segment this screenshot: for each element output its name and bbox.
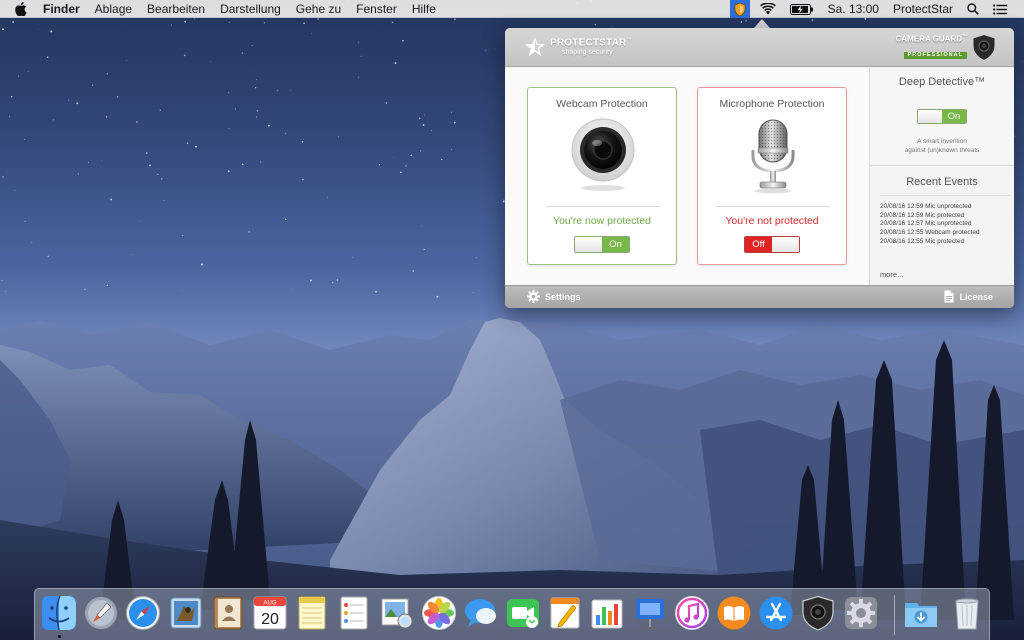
camera-guard-popover: PROTECTSTAR™ shaping security CAMERA GUA… [505,28,1014,308]
toggle-knob [772,237,799,252]
license-label: License [959,291,993,302]
document-icon [944,290,954,303]
wifi-icon[interactable] [759,3,776,15]
menu-finder[interactable]: Finder [43,2,80,16]
menu-fenster[interactable]: Fenster [356,2,397,16]
toggle-knob [918,110,942,123]
apple-icon[interactable] [15,1,29,16]
battery-icon[interactable] [789,3,814,15]
menu-bar: Finder Ablage Bearbeiten Darstellung Geh… [0,0,1024,18]
reminders-icon[interactable] [336,595,372,631]
protectstar-status-icon[interactable] [729,0,750,18]
menubar-user[interactable]: ProtectStar [893,2,953,16]
recent-events-divider [880,195,1010,196]
photos-icon[interactable] [421,595,457,631]
deep-detective-desc-line2: against (un)known threats [904,147,980,154]
webcam-icon [571,118,635,191]
event-item: 20/08/16 12:55 Mic protected [880,237,965,245]
deep-detective-section: Deep Detective™ On A smart invention aga… [870,68,1014,166]
camera-guard-shield-icon [972,34,996,61]
menu-gehe-zu[interactable]: Gehe zu [296,2,341,16]
menu-bearbeiten[interactable]: Bearbeiten [147,2,205,16]
menu-darstellung[interactable]: Darstellung [220,2,281,16]
trash-icon[interactable] [949,595,985,631]
brand-name: PROTECTSTAR [550,37,627,49]
keynote-icon[interactable] [632,595,668,631]
downloads-icon[interactable] [903,595,939,631]
event-item: 20/08/16 12:57 Mic unprotected [880,220,972,228]
settings-label: Settings [545,291,581,302]
protectstar-star-icon [525,37,545,56]
product-tm: ™ [962,34,967,41]
microphone-title: Microphone Protection [719,98,825,110]
recent-events-list: 20/08/16 12:59 Mic unprotected 20/08/16 … [880,203,980,247]
finder-icon[interactable] [41,595,77,631]
side-panel: Deep Detective™ On A smart invention aga… [869,68,1014,285]
deep-detective-desc-line1: A smart invention [917,138,967,145]
microphone-icon [751,119,795,194]
settings-button[interactable]: Settings [527,290,581,303]
microphone-status: You're not protected [725,215,819,227]
notes-icon[interactable] [294,595,330,631]
contacts-icon[interactable] [210,595,246,631]
event-item: 20/08/16 12:59 Mic protected [880,211,965,219]
camera-guard-icon[interactable] [800,595,836,631]
calendar-icon[interactable]: AUG 20 [252,595,288,631]
webcam-toggle[interactable]: On [574,236,630,253]
launchpad-icon[interactable] [83,595,119,631]
brand-tm: ™ [626,36,632,43]
webcam-toggle-label: On [602,237,629,252]
license-button[interactable]: License [944,290,993,303]
spotlight-icon[interactable] [967,3,979,15]
webcam-status: You're now protected [553,215,651,227]
microphone-protection-card: Microphone Protection You're not protect… [697,87,847,265]
toggle-knob [575,237,602,252]
menu-hilfe[interactable]: Hilfe [412,2,436,16]
microphone-toggle-label: Off [745,237,772,252]
event-item: 20/08/16 12:59 Mic unprotected [880,203,972,210]
notification-center-icon[interactable] [993,3,1007,15]
deep-detective-title: Deep Detective™ [898,76,986,88]
deep-detective-description: A smart invention against (un)known thre… [870,137,1014,155]
messages-icon[interactable] [463,595,499,631]
popover-arrow [754,19,770,28]
pages-icon[interactable] [547,595,583,631]
popover-header: PROTECTSTAR™ shaping security CAMERA GUA… [505,28,1014,67]
mail-icon[interactable] [168,595,204,631]
webcam-protection-card: Webcam Protection You're now protected O… [527,87,677,265]
deep-detective-toggle[interactable]: On [917,109,967,124]
numbers-icon[interactable] [589,595,625,631]
menubar-clock[interactable]: Sa. 13:00 [828,2,879,16]
gear-icon [527,290,540,303]
popover-footer: Settings License [505,285,1014,308]
popover-body: Webcam Protection You're now protected O… [505,68,1014,285]
protectstar-logo: PROTECTSTAR™ shaping security [525,37,632,57]
event-item: 20/08/16 12:55 Webcam protected [880,229,980,237]
recent-events-title: Recent Events [906,176,978,188]
menu-ablage[interactable]: Ablage [95,2,132,16]
calendar-day: 20 [261,611,279,628]
microphone-toggle[interactable]: Off [744,236,800,253]
microphone-divider [716,206,830,207]
facetime-icon[interactable] [505,595,541,631]
deep-detective-toggle-label: On [942,110,966,123]
app-store-icon[interactable] [758,595,794,631]
itunes-icon[interactable] [674,595,710,631]
more-events-link[interactable]: more... [880,270,903,279]
calendar-month: AUG [263,601,276,607]
ibooks-icon[interactable] [716,595,752,631]
product-edition: PROFESSIONAL [903,51,967,60]
product-name: CAMERA GUARD [895,34,962,44]
dock: AUG 20 [34,588,990,640]
dock-separator [894,595,895,635]
webcam-divider [546,206,660,207]
safari-icon[interactable] [125,595,161,631]
finder-running-indicator [58,635,61,638]
brand-tagline: shaping security [562,49,613,57]
system-preferences-icon[interactable] [843,595,879,631]
webcam-title: Webcam Protection [556,98,648,110]
camera-guard-logo: CAMERA GUARD™ PROFESSIONAL [896,34,996,61]
preview-icon[interactable] [379,595,415,631]
